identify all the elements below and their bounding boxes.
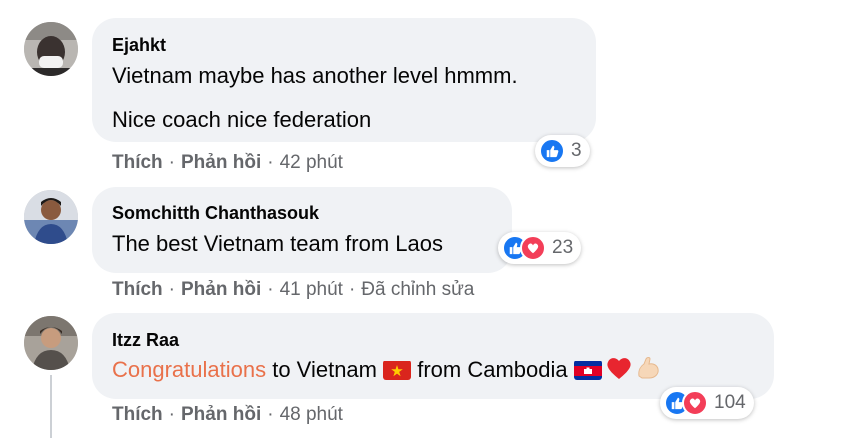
timestamp[interactable]: 48 phút: [280, 404, 343, 425]
like-button[interactable]: Thích: [112, 152, 163, 173]
love-icon: [682, 390, 708, 416]
comment-actions: Thích · Phản hồi · 48 phút: [112, 404, 343, 425]
timestamp[interactable]: 42 phút: [280, 152, 343, 173]
comment-author[interactable]: Somchitth Chanthasouk: [112, 202, 492, 224]
comment-author[interactable]: Itzz Raa: [112, 329, 754, 351]
comment-actions: Thích · Phản hồi · 41 phút · Đã chỉnh sửa: [112, 279, 475, 300]
reply-button[interactable]: Phản hồi: [181, 404, 261, 425]
comment-bubble: Somchitth Chanthasouk The best Vietnam t…: [92, 187, 512, 273]
flexed-biceps-icon: [636, 356, 662, 387]
reaction-count: 3: [571, 140, 582, 161]
vietnam-flag-icon: [383, 360, 412, 380]
avatar[interactable]: [24, 190, 78, 244]
like-button[interactable]: Thích: [112, 279, 163, 300]
red-heart-icon: [606, 356, 632, 387]
comment-actions: Thích · Phản hồi · 42 phút: [112, 152, 343, 173]
reaction-summary[interactable]: 104: [660, 387, 754, 419]
comment-text: The best Vietnam team from Laos: [112, 231, 443, 256]
comment-text: Nice coach nice federation: [112, 107, 372, 132]
reaction-summary[interactable]: 23: [498, 232, 582, 264]
love-icon: [520, 235, 546, 261]
like-icon: [539, 138, 565, 164]
avatar[interactable]: [24, 316, 78, 370]
like-button[interactable]: Thích: [112, 404, 163, 425]
reaction-count: 23: [552, 237, 574, 258]
reply-button[interactable]: Phản hồi: [181, 279, 261, 300]
comment-text: Congratulations to Vietnam from Cambodia: [112, 356, 754, 387]
edited-label[interactable]: Đã chỉnh sửa: [361, 279, 474, 300]
timestamp[interactable]: 41 phút: [280, 279, 343, 300]
reply-button[interactable]: Phản hồi: [181, 152, 261, 173]
comment-author[interactable]: Ejahkt: [112, 34, 576, 56]
thread-line: [50, 375, 52, 438]
avatar[interactable]: [24, 22, 78, 76]
comment-text: Vietnam maybe has another level hmmm.: [112, 63, 518, 88]
comment-bubble: Itzz Raa Congratulations to Vietnam from…: [92, 313, 774, 399]
reaction-summary[interactable]: 3: [535, 135, 590, 167]
reaction-count: 104: [714, 392, 746, 413]
comment-bubble: Ejahkt Vietnam maybe has another level h…: [92, 18, 596, 142]
highlighted-word: Congratulations: [112, 357, 267, 382]
cambodia-flag-icon: [573, 360, 602, 380]
